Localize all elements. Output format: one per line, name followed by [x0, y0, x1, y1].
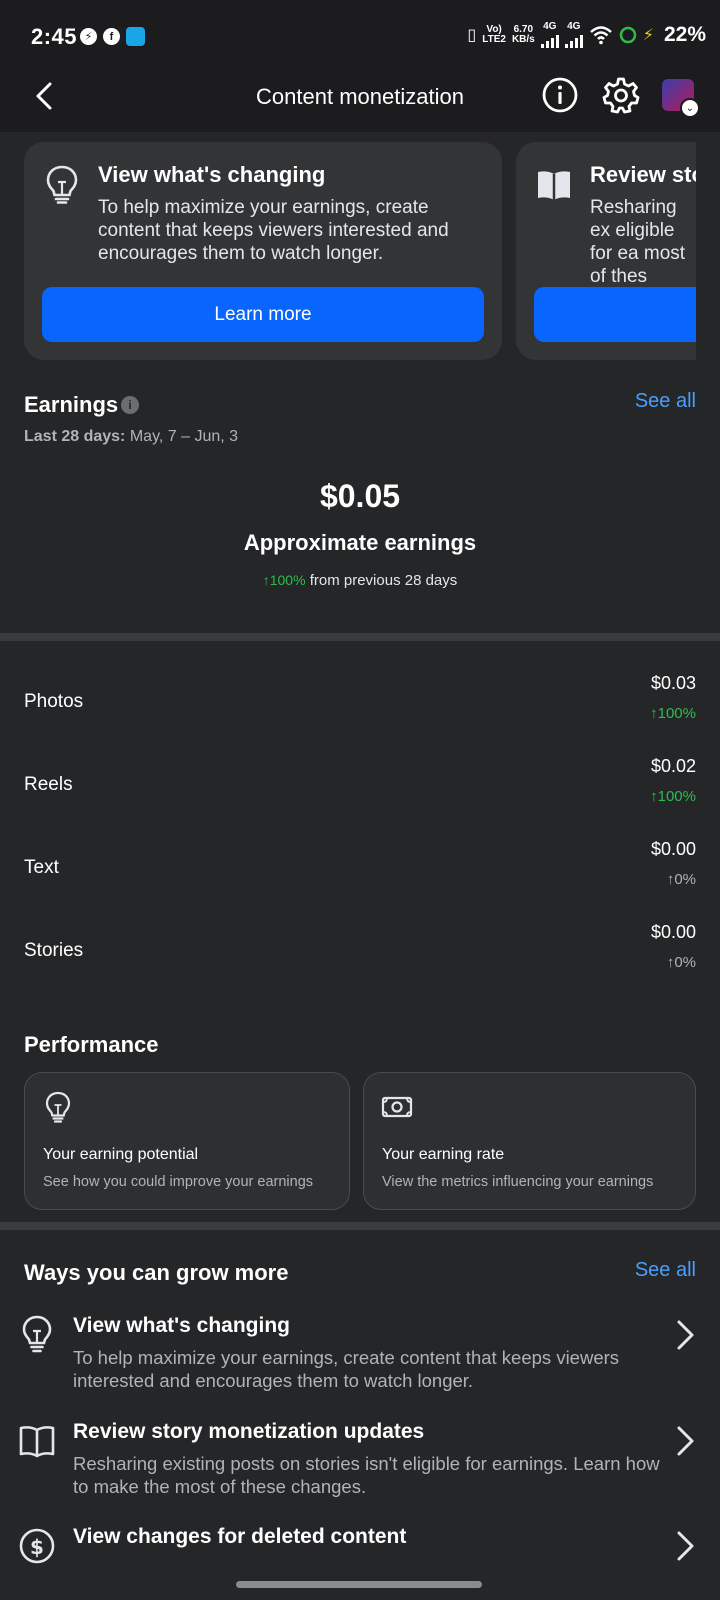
facebook-icon: f — [103, 28, 120, 45]
ring-status-icon — [619, 26, 636, 44]
earnings-total: $0.05 — [319, 478, 401, 514]
learn-more-button[interactable]: Learn more — [42, 287, 484, 342]
net1-label: 4G — [543, 21, 557, 32]
period-label: Last 28 days: — [24, 428, 126, 445]
earnings-row-reels: Reels $0.02 ↑100% — [24, 756, 696, 826]
signal-icon — [540, 32, 559, 48]
earnings-row-stories: Stories $0.00 ↑0% — [24, 922, 696, 992]
chevron-right-icon — [677, 1426, 694, 1456]
status-time: 2:45 — [31, 24, 78, 49]
net2-label: 4G — [567, 21, 581, 32]
row-label: Photos — [24, 691, 84, 712]
row-value: $0.00 — [650, 922, 696, 942]
perf-card-title: Your earning potential — [43, 1146, 199, 1163]
row-change: ↑0% — [666, 954, 696, 971]
earnings-see-all-link[interactable]: See all — [635, 390, 696, 413]
grow-item-title: View what's changing — [73, 1314, 290, 1337]
row-label: Text — [24, 857, 59, 878]
grow-item-whats-changing[interactable]: View what's changing To help maximize yo… — [0, 1314, 720, 1404]
chevron-right-icon — [677, 1531, 694, 1561]
row-change: ↑0% — [666, 871, 696, 888]
row-value: $0.02 — [650, 756, 696, 776]
row-change: ↑100% — [650, 788, 696, 805]
lightbulb-icon — [45, 1091, 71, 1123]
status-bar: 2:45 ⚡ f ▯ Vo) LTE2 6.70 KB/s 4G 4G ⚡ 22… — [0, 0, 720, 62]
lte-label: LTE2 — [482, 34, 506, 45]
earnings-row-photos: Photos $0.03 ↑100% — [24, 673, 696, 743]
net-speed-unit: KB/s — [511, 34, 535, 45]
dollar-circle-icon: $ — [19, 1528, 55, 1564]
app-bar: Content monetization ⌄ — [0, 62, 720, 132]
grow-heading: Ways you can grow more — [24, 1260, 289, 1285]
battery-level: 22% — [663, 23, 706, 46]
svg-text:$: $ — [30, 1535, 44, 1559]
earnings-period: Last 28 days: May, 7 – Jun, 3 — [24, 428, 238, 446]
signal-icon-2 — [564, 32, 583, 48]
promo-card-title: Review sto — [590, 162, 696, 187]
messenger-icon: ⚡ — [80, 28, 97, 45]
row-value: $0.03 — [650, 673, 696, 693]
gear-icon[interactable] — [602, 76, 640, 114]
app-notification-icon — [126, 27, 145, 46]
grow-item-title: Review story monetization updates — [73, 1420, 425, 1443]
lightbulb-icon — [22, 1315, 52, 1353]
promo-card-description: Resharing ex eligible for ea most of the… — [590, 197, 686, 287]
lightbulb-icon — [46, 165, 78, 204]
earning-rate-card[interactable]: Your earning rate View the metrics influ… — [363, 1072, 696, 1210]
earnings-total-label: Approximate earnings — [243, 530, 477, 555]
grow-item-description: Resharing existing posts on stories isn'… — [73, 1453, 660, 1497]
grow-see-all-link[interactable]: See all — [635, 1259, 696, 1282]
home-indicator[interactable] — [236, 1581, 482, 1588]
perf-card-description: View the metrics influencing your earnin… — [382, 1174, 654, 1190]
grow-item-deleted-content[interactable]: $ View changes for deleted content — [0, 1525, 720, 1565]
promo-card-description: To help maximize your earnings, create c… — [98, 197, 449, 264]
grow-item-title: View changes for deleted content — [73, 1525, 407, 1548]
earnings-change: ↑100% from previous 28 days — [0, 572, 720, 589]
earnings-heading: Earnings — [24, 392, 119, 417]
info-icon[interactable]: i — [121, 396, 139, 414]
promo-carousel[interactable]: View what's changing To help maximize yo… — [24, 142, 696, 362]
period-value: May, 7 – Jun, 3 — [129, 428, 239, 445]
chevron-down-icon[interactable]: ⌄ — [680, 98, 700, 118]
info-icon[interactable] — [541, 76, 579, 114]
row-change: ↑100% — [650, 705, 696, 722]
wifi-icon — [589, 26, 612, 45]
perf-card-description: See how you could improve your earnings — [43, 1174, 314, 1190]
change-percent: ↑100% — [262, 572, 306, 588]
change-text: from previous 28 days — [309, 572, 458, 589]
promo-card-button[interactable] — [534, 287, 696, 342]
money-icon — [381, 1096, 413, 1118]
vibrate-icon: ▯ — [467, 27, 477, 44]
chevron-right-icon — [677, 1320, 694, 1350]
row-value: $0.00 — [650, 839, 696, 859]
promo-card-whats-changing: View what's changing To help maximize yo… — [24, 142, 502, 360]
promo-card-story-updates[interactable]: Review sto Resharing ex eligible for ea … — [516, 142, 696, 360]
grow-item-description: To help maximize your earnings, create c… — [73, 1347, 620, 1391]
earning-potential-card[interactable]: Your earning potential See how you could… — [24, 1072, 350, 1210]
divider — [0, 1222, 720, 1230]
book-icon — [538, 171, 570, 200]
charging-icon: ⚡ — [642, 27, 654, 44]
row-label: Stories — [24, 940, 84, 961]
book-icon — [19, 1426, 55, 1458]
divider — [0, 633, 720, 641]
row-label: Reels — [24, 774, 73, 795]
performance-heading: Performance — [24, 1032, 159, 1057]
grow-item-story-updates[interactable]: Review story monetization updates Reshar… — [0, 1420, 720, 1510]
perf-card-title: Your earning rate — [382, 1146, 505, 1163]
earnings-row-text: Text $0.00 ↑0% — [24, 839, 696, 909]
promo-card-title: View what's changing — [98, 162, 326, 187]
